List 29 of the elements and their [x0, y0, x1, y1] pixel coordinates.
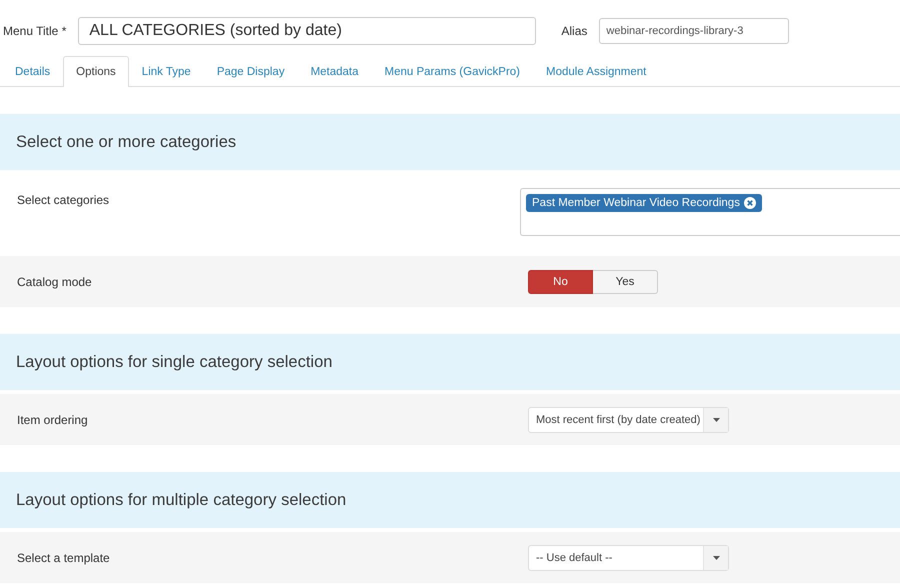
field-label: Item ordering — [17, 412, 89, 426]
alias-field[interactable]: webinar-recordings-library-3 — [599, 18, 790, 44]
tab[interactable]: Module Assignment — [533, 56, 660, 86]
tab[interactable]: Page Display — [204, 56, 298, 86]
alias-label: Alias — [561, 24, 588, 38]
section-title: Layout options for single category selection — [16, 352, 332, 372]
dropdown-value: -- Use default -- — [535, 552, 614, 564]
dropdown[interactable]: Most recent first (by date created) — [528, 406, 729, 432]
section-title: Layout options for multiple category selection — [16, 490, 346, 510]
category-tag[interactable]: Past Member Webinar Video Recordings — [526, 194, 762, 212]
caret-icon — [712, 418, 720, 422]
tab[interactable]: Menu Params (GavickPro) — [372, 56, 534, 86]
tab[interactable]: Metadata — [298, 56, 372, 86]
remove-icon[interactable] — [744, 197, 756, 209]
caret-icon — [712, 556, 720, 560]
field-label: Select categories — [17, 192, 110, 209]
dropdown-value: Most recent first (by date created) — [535, 414, 702, 426]
category-select-field[interactable]: Past Member Webinar Video Recordings — [520, 188, 900, 236]
field-label: Select a template — [17, 550, 111, 564]
tab[interactable]: Options — [63, 56, 129, 87]
tab[interactable]: Details — [2, 56, 64, 86]
section-title: Select one or more categories — [16, 132, 236, 152]
tab[interactable]: Link Type — [128, 56, 204, 86]
dropdown[interactable]: -- Use default -- — [528, 544, 729, 570]
menu-title-label: Menu Title * — [3, 24, 66, 38]
toggle-option[interactable]: No — [528, 270, 593, 294]
toggle-option[interactable]: Yes — [593, 270, 658, 294]
field-label: Catalog mode — [17, 274, 93, 288]
menu-title-field[interactable]: ALL CATEGORIES (sorted by date) — [78, 17, 536, 45]
